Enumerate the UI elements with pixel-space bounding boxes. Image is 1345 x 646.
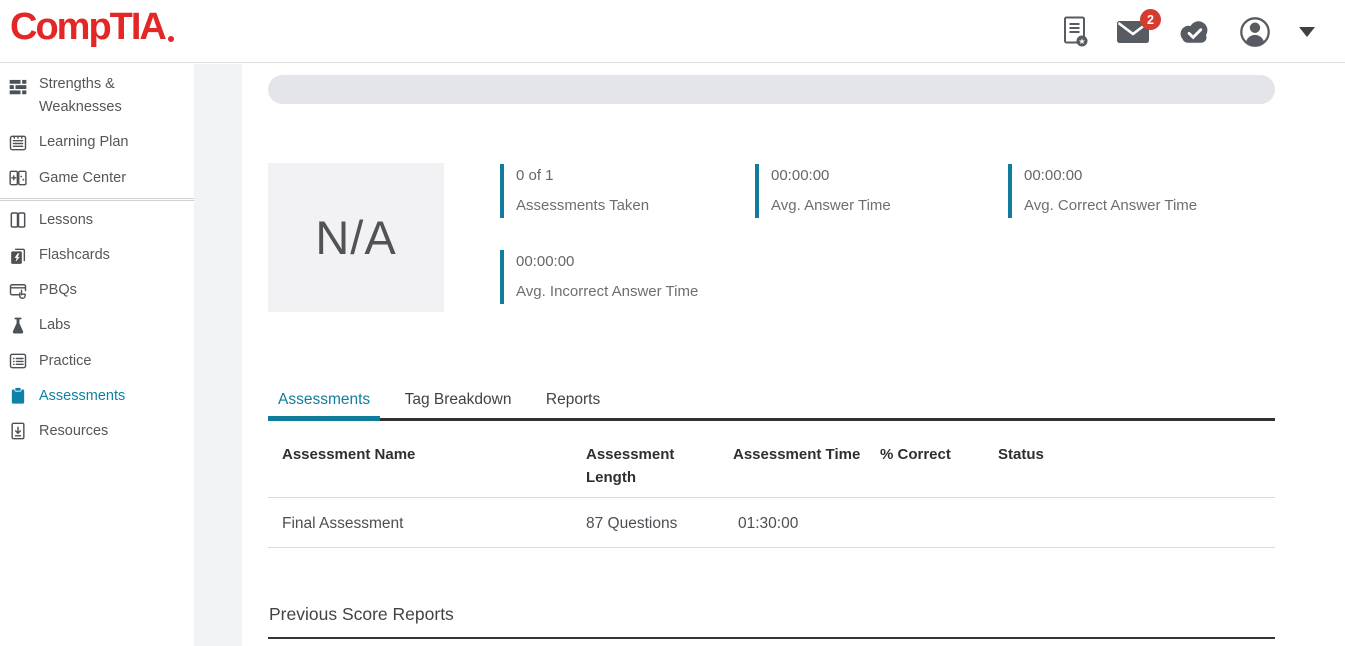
sidebar-item-label: Strengths & Weaknesses: [39, 73, 159, 119]
column-header-status: Status: [998, 443, 1044, 466]
sidebar-item-label: Resources: [39, 420, 108, 443]
sidebar-item-label: Assessments: [39, 385, 125, 408]
cell-assessment-length: 87 Questions: [586, 515, 677, 533]
document-download-icon: [8, 421, 28, 442]
score-report-icon[interactable]: ★: [1062, 15, 1089, 48]
tab-assessments[interactable]: Assessments: [268, 391, 380, 421]
tab-bar: Assessments Tag Breakdown Reports: [268, 391, 1275, 421]
score-progress-bar: [268, 75, 1275, 104]
stat-label: Avg. Correct Answer Time: [1024, 197, 1197, 214]
flask-icon: [8, 315, 28, 336]
tab-bar-underline: [268, 418, 1275, 421]
header-icon-group: ★ 2: [1062, 0, 1315, 63]
sidebar-nav: Strengths & Weaknesses Learning Plan: [0, 63, 194, 646]
registered-mark-dot: [168, 36, 174, 42]
tab-tag-breakdown[interactable]: Tag Breakdown: [395, 391, 522, 421]
column-header-percent-correct: % Correct: [880, 443, 951, 466]
stat-label: Avg. Incorrect Answer Time: [516, 283, 698, 300]
sidebar-item-pbqs[interactable]: PBQs: [0, 273, 194, 308]
sidebar-item-label: PBQs: [39, 279, 77, 302]
account-icon[interactable]: [1238, 15, 1272, 49]
clipboard-icon: [8, 386, 28, 407]
sidebar-divider: [0, 198, 194, 201]
top-header: CompTIA ★ 2: [0, 0, 1345, 63]
stat-value: 00:00:00: [1024, 167, 1197, 184]
bar-levels-icon: [8, 76, 28, 97]
app-window: CompTIA ★ 2: [0, 0, 1345, 646]
sidebar-item-strengths-weaknesses[interactable]: Strengths & Weaknesses: [0, 67, 194, 125]
sidebar-item-label: Labs: [39, 314, 70, 337]
open-book-icon: [8, 210, 28, 231]
cell-assessment-name: Final Assessment: [282, 515, 403, 533]
sidebar-item-practice[interactable]: Practice: [0, 344, 194, 379]
stat-avg-answer-time: 00:00:00 Avg. Answer Time: [755, 164, 891, 218]
stat-assessments-taken: 0 of 1 Assessments Taken: [500, 164, 649, 218]
unread-messages-badge: 2: [1140, 9, 1161, 30]
window-hand-icon: [8, 280, 28, 301]
overall-score-value: N/A: [315, 210, 396, 265]
flashcard-bolt-icon: [8, 245, 28, 266]
column-header-assessment-name: Assessment Name: [282, 443, 415, 466]
sidebar-item-game-center[interactable]: Game Center: [0, 161, 194, 196]
sidebar-item-learning-plan[interactable]: Learning Plan: [0, 125, 194, 160]
sidebar-item-resources[interactable]: Resources: [0, 414, 194, 449]
previous-reports-divider: [268, 637, 1275, 639]
stat-label: Assessments Taken: [516, 197, 649, 214]
game-tiles-icon: [8, 168, 28, 189]
main-content: N/A 0 of 1 Assessments Taken 00:00:00 Av…: [268, 63, 1275, 646]
sidebar-item-label: Game Center: [39, 167, 126, 190]
stat-value: 00:00:00: [516, 253, 698, 270]
stat-label: Avg. Answer Time: [771, 197, 891, 214]
overall-score-box: N/A: [268, 163, 444, 312]
stat-value: 00:00:00: [771, 167, 891, 184]
sidebar-item-label: Learning Plan: [39, 131, 129, 154]
table-row-divider: [268, 547, 1275, 548]
stat-avg-correct-answer-time: 00:00:00 Avg. Correct Answer Time: [1008, 164, 1197, 218]
sidebar-item-label: Flashcards: [39, 244, 110, 267]
tab-reports[interactable]: Reports: [536, 391, 610, 421]
sidebar-item-labs[interactable]: Labs: [0, 308, 194, 343]
sidebar-item-label: Practice: [39, 350, 91, 373]
cell-assessment-time: 01:30:00: [738, 515, 798, 533]
sidebar-scroll-gutter[interactable]: [194, 64, 242, 646]
column-header-assessment-time: Assessment Time: [733, 443, 878, 466]
notebook-icon: [8, 132, 28, 153]
stat-avg-incorrect-answer-time: 00:00:00 Avg. Incorrect Answer Time: [500, 250, 698, 304]
sidebar-item-lessons[interactable]: Lessons: [0, 203, 194, 238]
previous-score-reports-title: Previous Score Reports: [269, 604, 454, 625]
column-header-assessment-length: Assessment Length: [586, 443, 691, 490]
svg-text:★: ★: [1078, 37, 1085, 46]
stat-value: 0 of 1: [516, 167, 649, 184]
table-header-divider: [268, 497, 1275, 498]
comptia-logo[interactable]: CompTIA: [10, 6, 174, 49]
messages-icon[interactable]: 2: [1116, 19, 1150, 44]
caret-down-icon[interactable]: [1299, 27, 1315, 37]
logo-text: CompTIA: [10, 6, 165, 49]
cloud-sync-icon[interactable]: [1177, 19, 1211, 45]
sidebar-item-label: Lessons: [39, 209, 93, 232]
sidebar-item-assessments[interactable]: Assessments: [0, 379, 194, 414]
list-icon: [8, 351, 28, 372]
sidebar-item-flashcards[interactable]: Flashcards: [0, 238, 194, 273]
